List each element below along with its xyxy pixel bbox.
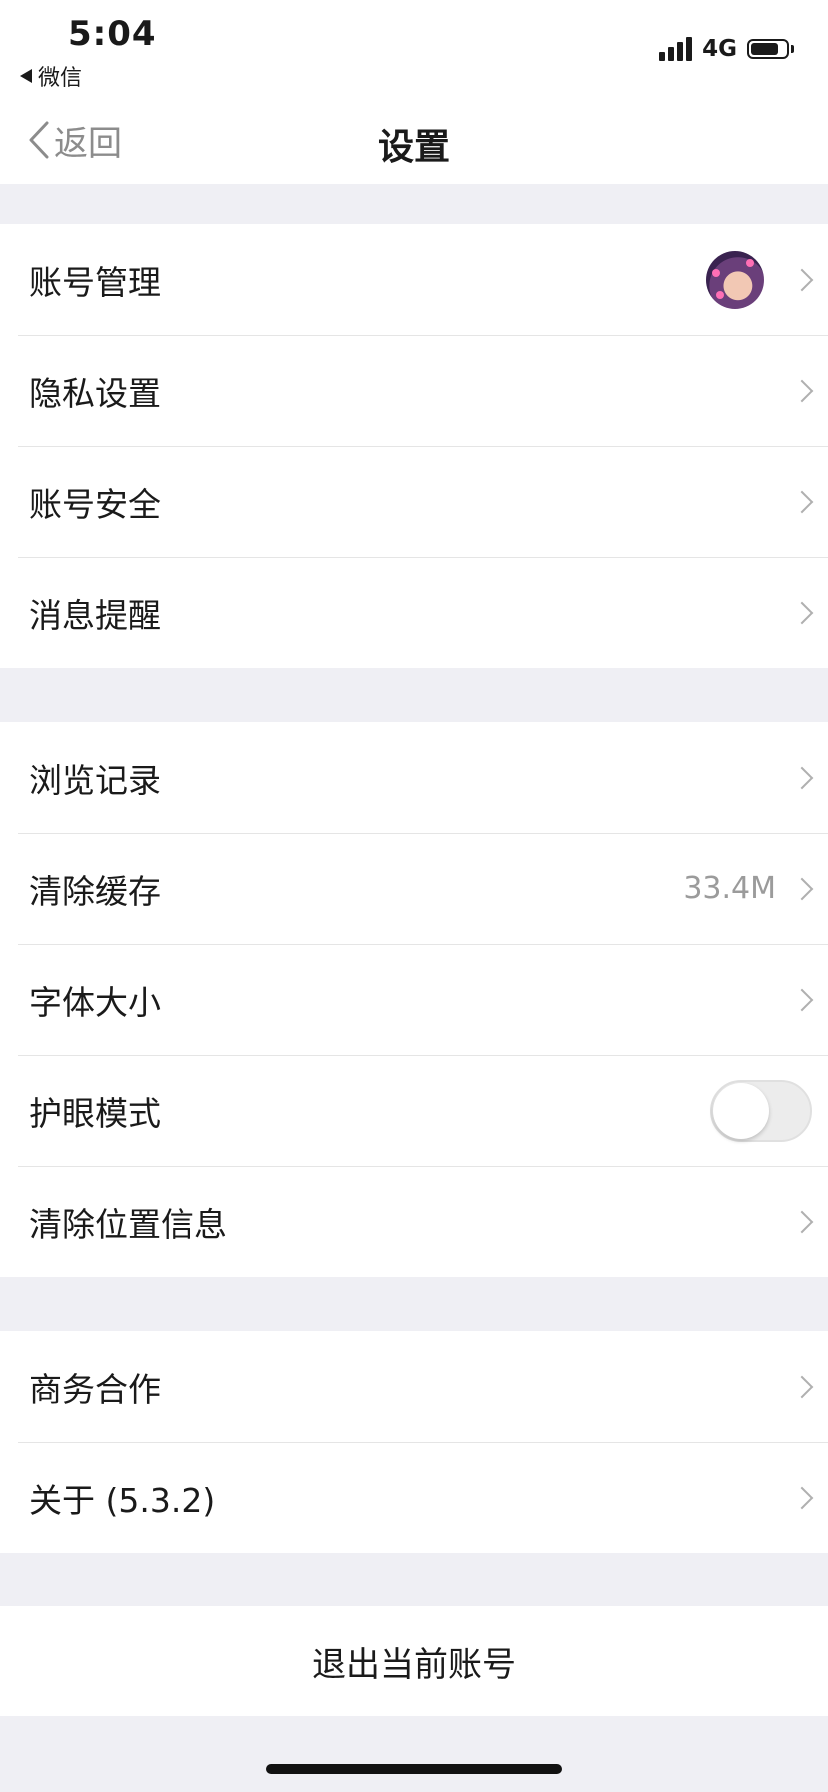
row-label: 账号安全 — [29, 484, 161, 524]
network-type: 4G — [702, 36, 737, 62]
chevron-right-icon — [790, 988, 814, 1011]
chevron-right-icon — [790, 268, 814, 291]
row-account-security[interactable]: 账号安全 — [0, 446, 828, 557]
back-to-app-link[interactable]: 微信 — [20, 60, 82, 92]
status-indicators: 4G — [659, 36, 794, 62]
signal-icon — [659, 37, 693, 61]
nav-bar: 返回 设置 — [0, 96, 828, 184]
settings-group-account: 账号管理 隐私设置 账号安全 消息提醒 — [0, 224, 828, 668]
row-label: 护眼模式 — [29, 1093, 161, 1133]
eye-care-toggle[interactable] — [710, 1079, 812, 1142]
status-time: 5:04 — [68, 14, 157, 54]
row-browsing-history[interactable]: 浏览记录 — [0, 722, 828, 833]
row-label: 清除缓存 — [29, 871, 161, 911]
row-clear-location[interactable]: 清除位置信息 — [0, 1166, 828, 1277]
chevron-right-icon — [790, 1210, 814, 1233]
logout-button[interactable]: 退出当前账号 — [0, 1606, 828, 1716]
row-about[interactable]: 关于 (5.3.2) — [0, 1442, 828, 1553]
row-label: 商务合作 — [29, 1369, 161, 1409]
row-label: 字体大小 — [29, 982, 161, 1022]
row-label: 消息提醒 — [29, 595, 161, 635]
row-account-management[interactable]: 账号管理 — [0, 224, 828, 335]
row-label: 清除位置信息 — [29, 1204, 227, 1244]
back-app-label: 微信 — [38, 66, 83, 91]
chevron-right-icon — [790, 877, 814, 900]
chevron-right-icon — [790, 379, 814, 402]
home-indicator — [266, 1764, 562, 1774]
row-message-notifications[interactable]: 消息提醒 — [0, 557, 828, 668]
toggle-knob — [713, 1082, 769, 1139]
page-title: 设置 — [377, 127, 450, 168]
avatar — [706, 250, 764, 309]
row-label: 隐私设置 — [29, 373, 161, 413]
battery-icon — [747, 39, 794, 59]
row-clear-cache[interactable]: 清除缓存 33.4M — [0, 833, 828, 944]
settings-group-about: 商务合作 关于 (5.3.2) — [0, 1331, 828, 1553]
settings-group-general: 浏览记录 清除缓存 33.4M 字体大小 护眼模式 清除位置信息 — [0, 722, 828, 1277]
chevron-right-icon — [790, 1375, 814, 1398]
chevron-right-icon — [790, 766, 814, 789]
row-label: 关于 (5.3.2) — [29, 1480, 216, 1520]
row-font-size[interactable]: 字体大小 — [0, 944, 828, 1055]
back-triangle-icon — [20, 69, 32, 83]
chevron-right-icon — [790, 601, 814, 624]
chevron-right-icon — [790, 1486, 814, 1509]
row-business-cooperation[interactable]: 商务合作 — [0, 1331, 828, 1442]
row-eye-care-mode: 护眼模式 — [0, 1055, 828, 1166]
cache-size-value: 33.4M — [683, 871, 776, 906]
row-label: 浏览记录 — [29, 760, 161, 800]
row-label: 账号管理 — [29, 262, 161, 302]
chevron-right-icon — [790, 490, 814, 513]
row-privacy-settings[interactable]: 隐私设置 — [0, 335, 828, 446]
status-bar: 5:04 微信 4G — [0, 0, 828, 96]
